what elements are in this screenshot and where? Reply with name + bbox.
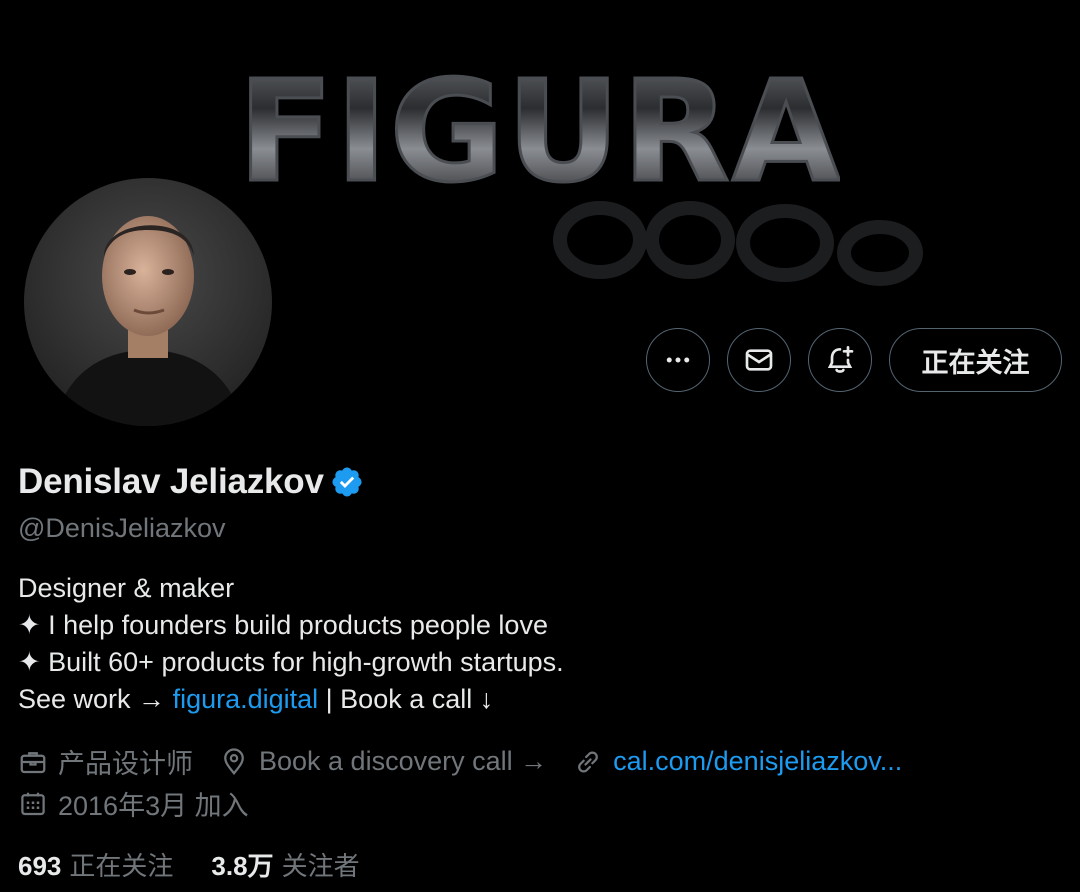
notify-button[interactable]	[808, 328, 872, 392]
website-item[interactable]: cal.com/denisjeliazkov...	[573, 746, 902, 777]
profession-item: 产品设计师	[18, 742, 193, 781]
link-icon	[578, 750, 599, 773]
bio-text: See work →	[18, 684, 173, 714]
svg-text:FIGURA: FIGURA	[240, 58, 840, 208]
bio-line: Designer & maker	[18, 573, 235, 603]
following-button[interactable]: 正在关注	[889, 328, 1062, 392]
bio-text: | Book a call ↓	[318, 684, 494, 714]
briefcase-icon	[20, 751, 46, 773]
profile-meta: 产品设计师 Book a discovery call → cal.com/de…	[18, 742, 928, 781]
website-link[interactable]: cal.com/denisjeliazkov...	[613, 746, 902, 777]
location-item: Book a discovery call →	[219, 746, 547, 777]
followers-count-label: 关注者	[281, 851, 360, 881]
following-count-label: 正在关注	[69, 851, 174, 881]
display-name: Denislav Jeliazkov	[18, 462, 324, 501]
bio-website-link[interactable]: figura.digital	[173, 684, 319, 714]
banner-logo: FIGURA	[240, 58, 840, 208]
more-options-button[interactable]	[646, 328, 710, 392]
joined-item: 2016年3月 加入	[18, 784, 249, 823]
bio-line: ✦ Built 60+ products for high-growth sta…	[18, 647, 564, 677]
name-row: Denislav Jeliazkov	[18, 462, 364, 502]
calendar-icon	[21, 792, 45, 815]
bio-line: See work → figura.digital | Book a call …	[18, 681, 564, 718]
following-count: 693	[18, 851, 62, 881]
profile-handle: @DenisJeliazkov	[18, 513, 226, 543]
bell-plus-icon	[827, 346, 854, 373]
more-horizontal-icon	[666, 357, 690, 363]
envelope-icon	[745, 349, 773, 371]
verified-badge-icon[interactable]	[330, 465, 364, 499]
profile-bio: Designer & maker ✦ I help founders build…	[18, 570, 564, 718]
profession-label: 产品设计师	[58, 749, 193, 779]
profile-page: FIGURA 正在关注 Denislav Jeliazkov @DenisJel…	[0, 0, 1080, 892]
profile-avatar[interactable]	[24, 178, 272, 426]
following-count-link[interactable]: 693 正在关注	[18, 846, 173, 883]
location-label: Book a discovery call →	[259, 746, 548, 776]
followers-count-link[interactable]: 3.8万 关注者	[211, 846, 359, 883]
banner-decoration	[553, 201, 923, 286]
follow-counts: 693 正在关注 3.8万 关注者	[18, 846, 398, 883]
bio-line: ✦ I help founders build products people …	[18, 610, 548, 640]
message-button[interactable]	[727, 328, 791, 392]
followers-count: 3.8万	[211, 851, 274, 881]
location-pin-icon	[224, 747, 244, 775]
joined-label: 2016年3月 加入	[58, 791, 249, 821]
